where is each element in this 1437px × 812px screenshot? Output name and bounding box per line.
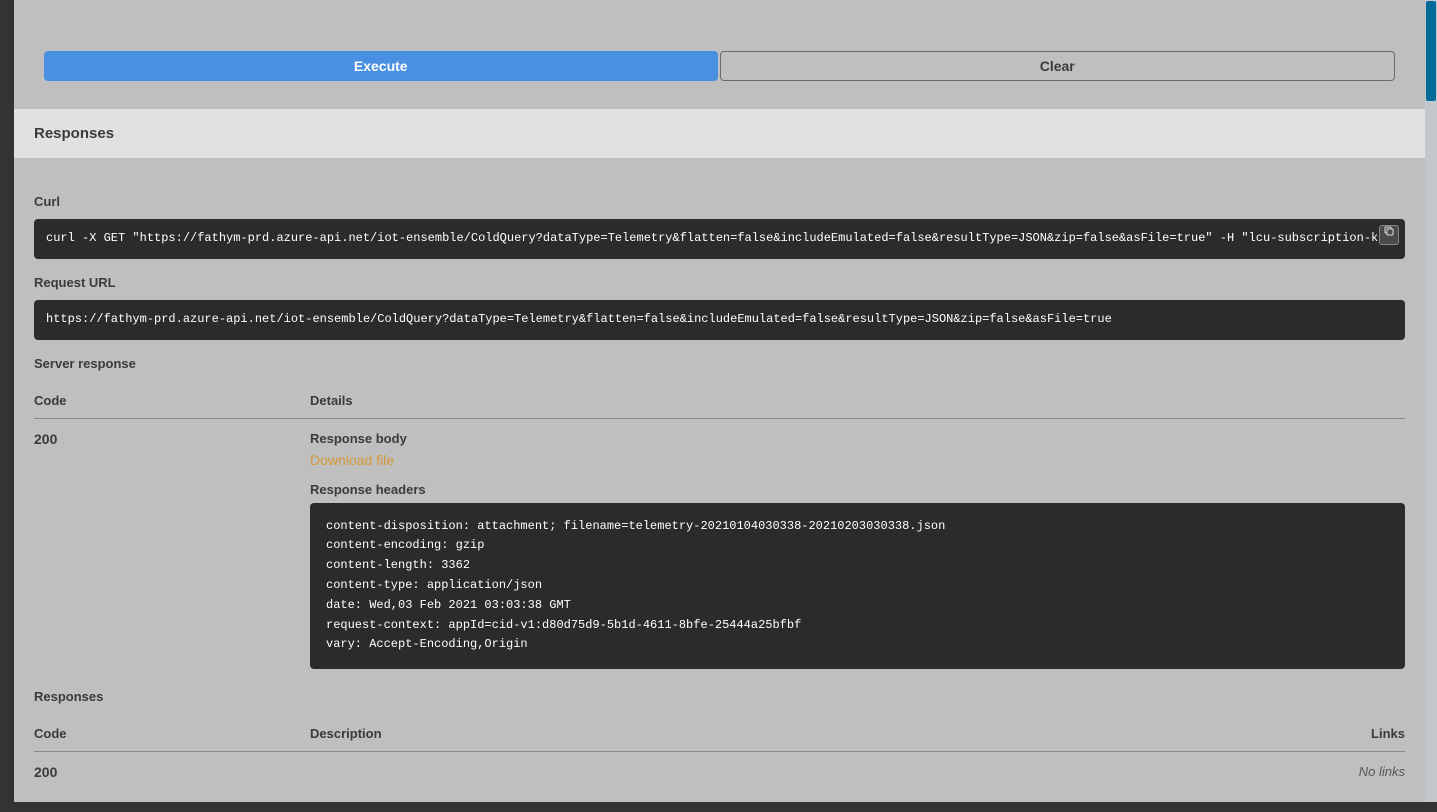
content-area: Execute Clear Responses Curl curl -X GET… xyxy=(14,0,1425,802)
response-headers-block: content-disposition: attachment; filenam… xyxy=(310,503,1405,670)
server-response-row: 200 Response body Download file Response… xyxy=(34,419,1405,670)
responses-table-header: Code Description Links xyxy=(34,714,1405,752)
clear-button[interactable]: Clear xyxy=(720,51,1396,81)
responses-code: 200 xyxy=(34,764,310,780)
response-headers-label: Response headers xyxy=(310,482,1405,497)
execute-button[interactable]: Execute xyxy=(44,51,718,81)
responses-links: No links xyxy=(1325,764,1405,780)
scrollbar-track[interactable] xyxy=(1425,0,1437,802)
button-row: Execute Clear xyxy=(44,51,1395,81)
responses-label: Responses xyxy=(34,689,1405,704)
download-file-link[interactable]: Download file xyxy=(310,452,394,468)
clipboard-icon xyxy=(1383,225,1395,245)
col-header-code: Code xyxy=(34,393,310,408)
copy-curl-button[interactable] xyxy=(1379,225,1399,245)
response-body-label: Response body xyxy=(310,431,1405,446)
swagger-viewport: Execute Clear Responses Curl curl -X GET… xyxy=(0,0,1437,812)
col-header-description: Description xyxy=(310,726,1325,741)
curl-label: Curl xyxy=(34,194,1405,209)
curl-command-text: curl -X GET "https://fathym-prd.azure-ap… xyxy=(46,231,1405,245)
request-url-block: https://fathym-prd.azure-api.net/iot-ens… xyxy=(34,300,1405,340)
curl-code-block: curl -X GET "https://fathym-prd.azure-ap… xyxy=(34,219,1405,259)
col-header-details: Details xyxy=(310,393,1405,408)
responses-body: Curl curl -X GET "https://fathym-prd.azu… xyxy=(14,158,1425,802)
scrollbar-thumb[interactable] xyxy=(1426,1,1436,101)
request-url-label: Request URL xyxy=(34,275,1405,290)
server-response-table-header: Code Details xyxy=(34,381,1405,419)
action-bar: Execute Clear xyxy=(14,0,1425,109)
response-code: 200 xyxy=(34,431,310,670)
server-response-label: Server response xyxy=(34,356,1405,371)
request-url-text: https://fathym-prd.azure-api.net/iot-ens… xyxy=(46,312,1112,326)
responses-heading: Responses xyxy=(14,109,1425,158)
responses-table-row: 200 No links xyxy=(34,752,1405,780)
responses-description xyxy=(310,764,1325,780)
response-details: Response body Download file Response hea… xyxy=(310,431,1405,670)
col-header-links: Links xyxy=(1325,726,1405,741)
col-header-code-2: Code xyxy=(34,726,310,741)
